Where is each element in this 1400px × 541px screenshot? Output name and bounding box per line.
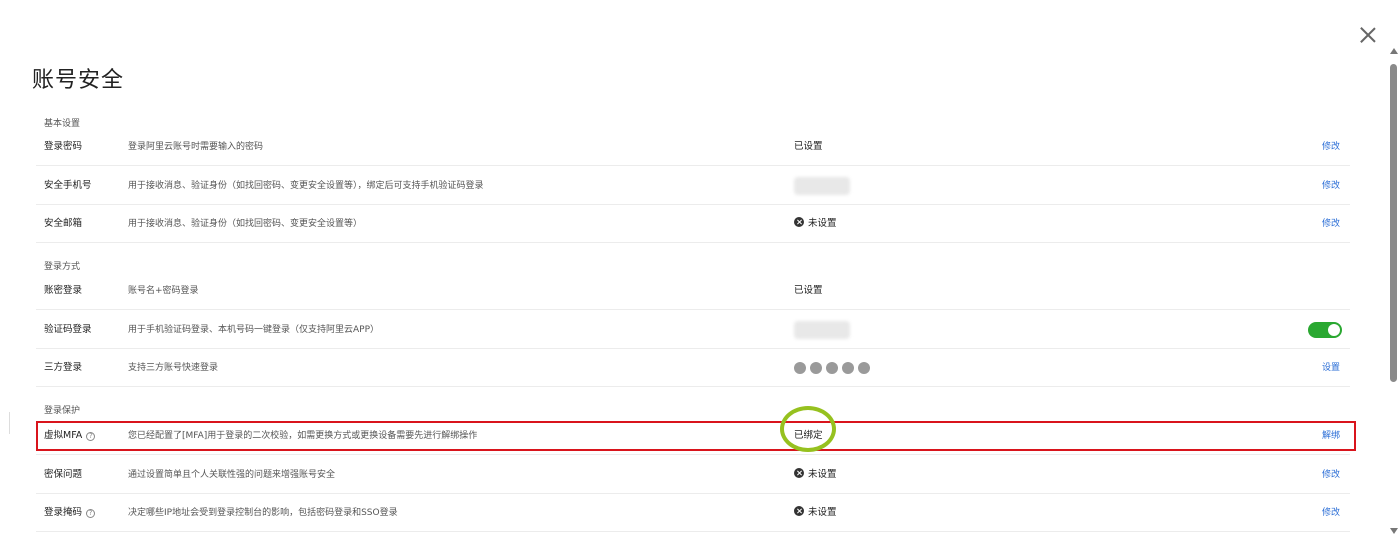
social-icon-1 [794, 362, 806, 374]
row-label: 账密登录 [44, 285, 83, 296]
row-desc: 用于接收消息、验证身份（如找回密码、变更安全设置等） [128, 219, 363, 229]
modify-question-link[interactable]: 修改 [1322, 456, 1340, 494]
scroll-thumb[interactable] [1390, 64, 1397, 382]
help-icon[interactable]: ? [86, 509, 96, 518]
unbind-mfa-link[interactable]: 解绑 [1322, 417, 1340, 455]
row-label: 验证码登录 [44, 324, 92, 335]
row-sms-login: 验证码登录 用于手机验证码登录、本机号码一键登录（仅支持阿里云APP） [36, 311, 1350, 349]
row-virtual-mfa: 虚拟MFA? 您已经配置了[MFA]用于登录的二次校验，如需更换方式或更换设备需… [36, 417, 1350, 455]
redacted-phone [794, 321, 850, 339]
row-desc: 用于接收消息、验证身份（如找回密码、变更安全设置等），绑定后可支持手机验证码登录 [128, 181, 484, 191]
row-desc: 账号名+密码登录 [128, 286, 199, 296]
status-text: 未设置 [808, 218, 837, 229]
scroll-up-icon[interactable] [1390, 48, 1398, 54]
left-edge-divider [0, 412, 10, 434]
row-third-party-login: 三方登录 支持三方账号快速登录 设置 [36, 349, 1350, 387]
modify-mask-link[interactable]: 修改 [1322, 494, 1340, 532]
scroll-down-icon[interactable] [1390, 528, 1398, 534]
social-icon-3 [826, 362, 838, 374]
help-icon[interactable]: ? [86, 432, 96, 441]
modify-email-link[interactable]: 修改 [1322, 205, 1340, 243]
row-label: 安全手机号 [44, 180, 92, 191]
row-status: 已设置 [794, 285, 823, 296]
row-account-login: 账密登录 账号名+密码登录 已设置 [36, 272, 1350, 310]
row-label: 安全邮箱 [44, 218, 83, 229]
social-icon-4 [842, 362, 854, 374]
status-text: 未设置 [808, 507, 837, 518]
row-security-question: 密保问题 通过设置简单且个人关联性强的问题来增强账号安全 未设置 修改 [36, 456, 1350, 494]
redacted-phone [794, 177, 850, 195]
row-label-text: 虚拟MFA [44, 430, 83, 441]
row-label: 密保问题 [44, 469, 83, 480]
not-set-icon [794, 217, 804, 227]
social-icon-5 [858, 362, 870, 374]
row-label: 登录密码 [44, 141, 83, 152]
row-status: 已绑定 [794, 430, 823, 441]
status-text: 未设置 [808, 469, 837, 480]
row-label: 登录掩码? [44, 494, 96, 532]
vertical-scrollbar[interactable] [1388, 48, 1400, 534]
row-desc: 支持三方账号快速登录 [128, 363, 219, 373]
row-desc: 通过设置简单且个人关联性强的问题来增强账号安全 [128, 470, 336, 480]
section-title-login-methods: 登录方式 [44, 262, 81, 272]
section-title-login-protection: 登录保护 [44, 406, 81, 416]
page-title: 账号安全 [32, 68, 125, 93]
row-security-phone: 安全手机号 用于接收消息、验证身份（如找回密码、变更安全设置等），绑定后可支持手… [36, 167, 1350, 205]
row-status: 未设置 [794, 205, 837, 243]
modify-phone-link[interactable]: 修改 [1322, 167, 1340, 205]
third-party-icons [794, 362, 870, 374]
row-label-text: 登录掩码 [44, 507, 83, 518]
row-status: 已设置 [794, 141, 823, 152]
row-security-email: 安全邮箱 用于接收消息、验证身份（如找回密码、变更安全设置等） 未设置 修改 [36, 205, 1350, 243]
row-desc: 用于手机验证码登录、本机号码一键登录（仅支持阿里云APP） [128, 325, 380, 335]
row-desc: 您已经配置了[MFA]用于登录的二次校验，如需更换方式或更换设备需要先进行解绑操… [128, 431, 478, 441]
close-icon[interactable] [1359, 26, 1377, 44]
row-label: 三方登录 [44, 362, 83, 373]
row-desc: 登录阿里云账号时需要输入的密码 [128, 142, 264, 152]
modify-password-link[interactable]: 修改 [1322, 128, 1340, 166]
row-desc: 决定哪些IP地址会受到登录控制台的影响，包括密码登录和SSO登录 [128, 508, 398, 518]
row-login-password: 登录密码 登录阿里云账号时需要输入的密码 已设置 修改 [36, 128, 1350, 166]
not-set-icon [794, 506, 804, 516]
row-status: 未设置 [794, 456, 837, 494]
third-party-settings-link[interactable]: 设置 [1322, 349, 1340, 387]
social-icon-2 [810, 362, 822, 374]
row-label: 虚拟MFA? [44, 417, 96, 455]
sms-login-toggle[interactable] [1308, 322, 1342, 338]
row-status: 未设置 [794, 494, 837, 532]
not-set-icon [794, 468, 804, 478]
row-login-mask: 登录掩码? 决定哪些IP地址会受到登录控制台的影响，包括密码登录和SSO登录 未… [36, 494, 1350, 532]
